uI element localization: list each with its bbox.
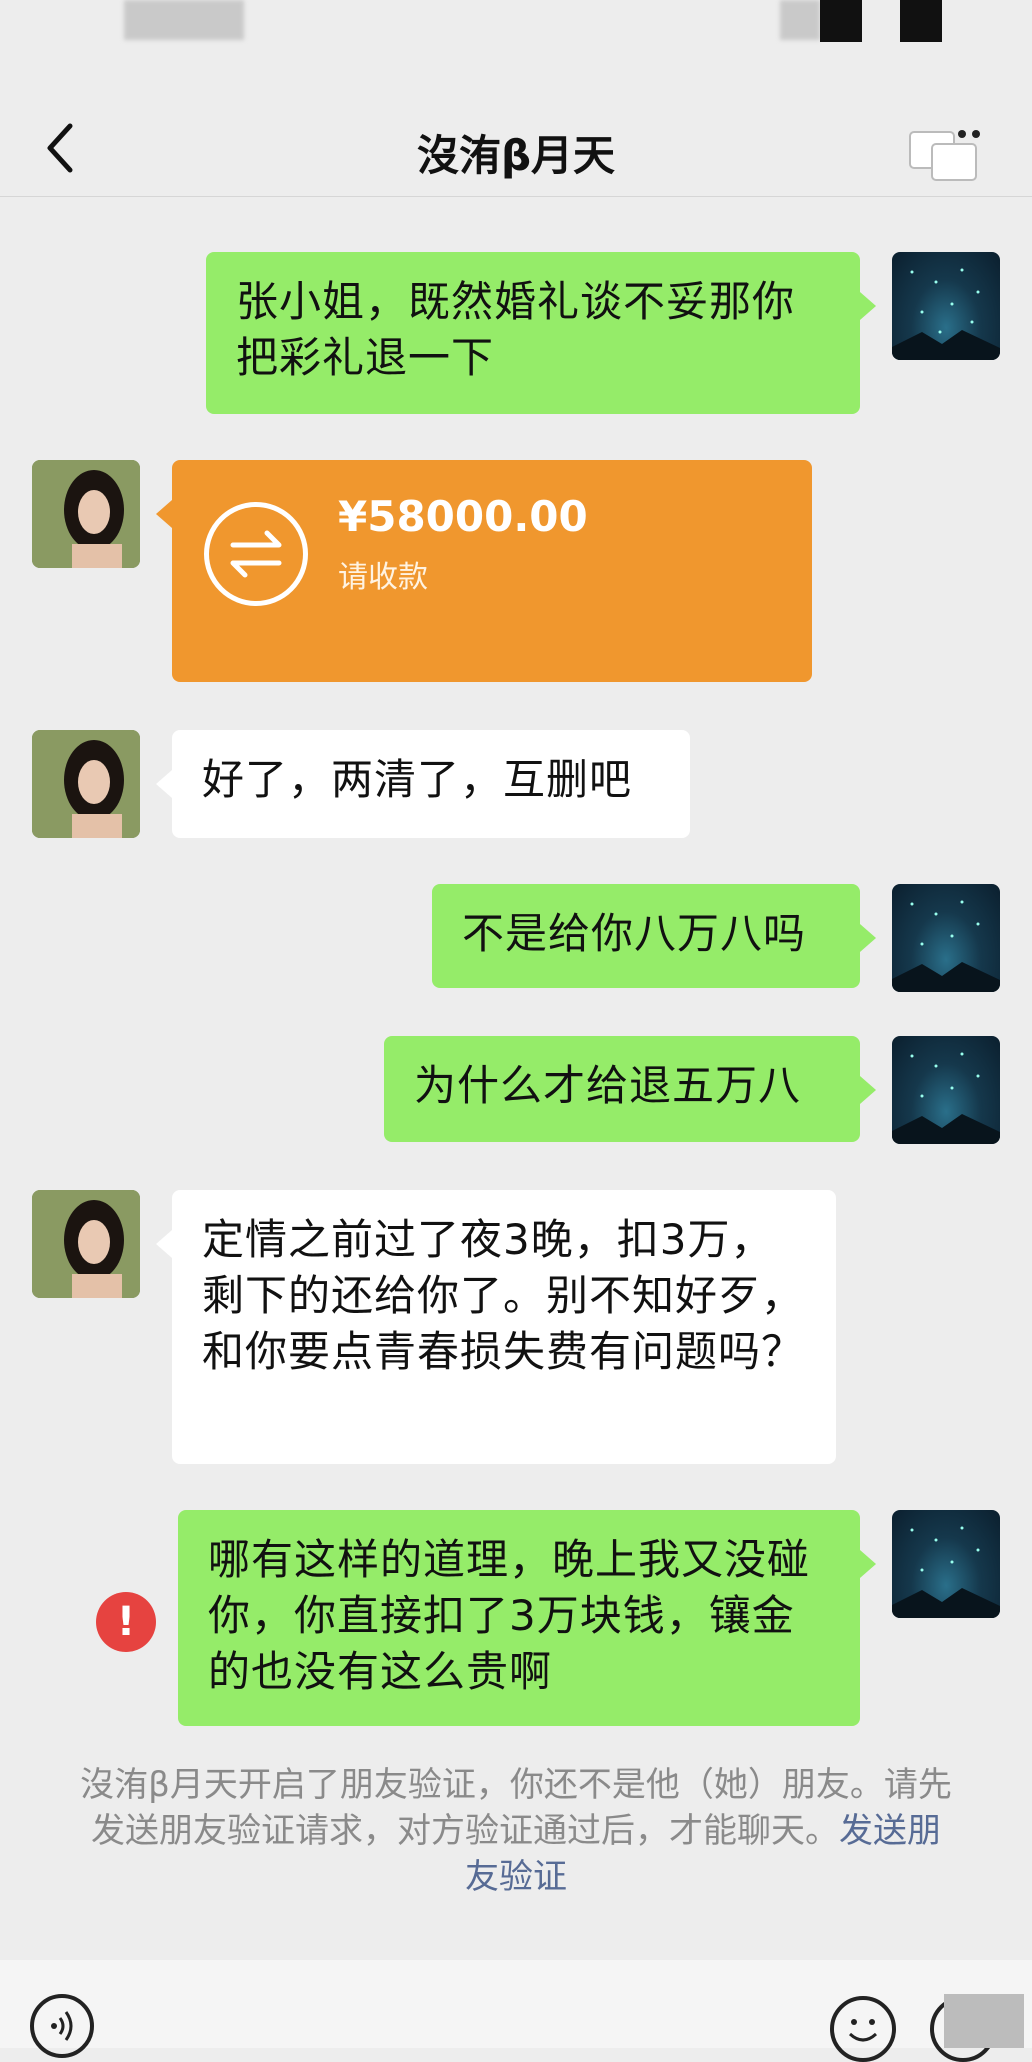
emoji-icon[interactable]: [830, 1996, 896, 2062]
status-blur-left: [124, 0, 244, 40]
message-text: 张小姐，既然婚礼谈不妥那你把彩礼退一下: [236, 277, 796, 382]
transfer-icon: [204, 502, 308, 606]
message-bubble-sent[interactable]: 张小姐，既然婚礼谈不妥那你把彩礼退一下: [206, 252, 876, 414]
send-failed-icon[interactable]: !: [96, 1592, 156, 1652]
bottom-blur: [944, 1994, 1024, 2048]
message-bubble-sent-failed[interactable]: 哪有这样的道理，晚上我又没碰你，你直接扣了3万块钱，镶金的也没有这么贵啊: [178, 1510, 876, 1726]
system-notice: 沒洧β月天开启了朋友验证，你还不是他（她）朋友。请先发送朋友验证请求，对方验证通…: [80, 1762, 952, 1900]
transfer-amount: ¥58000.00: [338, 492, 588, 541]
system-notice-text: 沒洧β月天开启了朋友验证，你还不是他（她）朋友。请先发送朋友验证请求，对方验证通…: [80, 1765, 952, 1851]
my-avatar[interactable]: [892, 884, 1000, 992]
message-text: 不是给你八万八吗: [462, 909, 807, 958]
message-bubble-sent[interactable]: 不是给你八万八吗: [432, 884, 876, 988]
chat-title: 沒洧β月天: [416, 131, 616, 180]
status-battery-icon: [900, 0, 942, 42]
message-text: 好了，两清了，互删吧: [202, 755, 633, 804]
contact-avatar[interactable]: [32, 730, 140, 838]
more-icon[interactable]: [906, 124, 982, 184]
transfer-card[interactable]: ¥58000.00 请收款: [156, 460, 812, 682]
chat-header: 沒洧β月天: [0, 100, 1032, 197]
message-bubble-received[interactable]: 定情之前过了夜3晚，扣3万，剩下的还给你了。别不知好歹，和你要点青春损失费有问题…: [156, 1190, 836, 1464]
my-avatar[interactable]: [892, 252, 1000, 360]
input-bar: [0, 1960, 1032, 2062]
voice-icon[interactable]: [30, 1994, 94, 2058]
my-avatar[interactable]: [892, 1036, 1000, 1144]
message-bubble-received[interactable]: 好了，两清了，互删吧: [156, 730, 690, 838]
message-bubble-sent[interactable]: 为什么才给退五万八: [384, 1036, 876, 1142]
my-avatar[interactable]: [892, 1510, 1000, 1618]
contact-avatar[interactable]: [32, 1190, 140, 1298]
status-bar: [0, 0, 1032, 100]
status-blur-right: [780, 0, 820, 40]
message-text: 为什么才给退五万八: [414, 1061, 802, 1110]
message-text: 哪有这样的道理，晚上我又没碰你，你直接扣了3万块钱，镶金的也没有这么贵啊: [208, 1535, 811, 1696]
contact-avatar[interactable]: [32, 460, 140, 568]
status-signal-icon: [820, 0, 862, 42]
message-text: 定情之前过了夜3晚，扣3万，剩下的还给你了。别不知好歹，和你要点青春损失费有问题…: [202, 1215, 805, 1376]
transfer-note: 请收款: [338, 560, 428, 595]
